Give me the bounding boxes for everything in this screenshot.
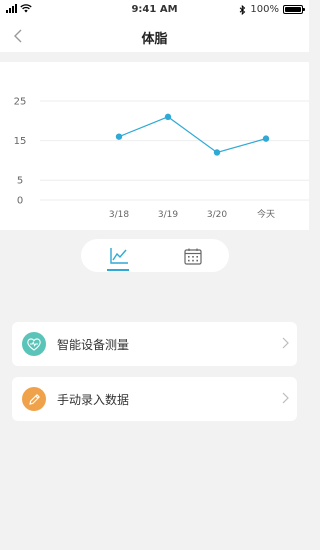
device-icon-badge <box>22 332 46 356</box>
x-tick-label: 3/19 <box>158 210 178 220</box>
line-chart-view-button[interactable] <box>99 242 139 270</box>
chevron-right-icon <box>282 392 289 404</box>
manual-entry-item[interactable]: 手动录入数据 <box>12 377 297 421</box>
view-toggle <box>81 239 229 272</box>
bluetooth-icon <box>240 4 246 15</box>
data-point <box>213 149 221 156</box>
manual-icon-badge <box>22 387 46 411</box>
x-tick-label: 今天 <box>257 208 275 220</box>
series-line <box>118 116 267 154</box>
calendar-view-button[interactable] <box>173 242 213 270</box>
nav-bar: 体脂 <box>0 20 309 52</box>
status-bar: 9:41 AM 100% <box>0 0 309 20</box>
page-title: 体脂 <box>141 32 168 47</box>
pencil-icon <box>28 393 40 405</box>
smart-device-measure-label: 智能设备测量 <box>57 338 130 352</box>
y-tick-label: 25 <box>14 97 27 108</box>
heart-pulse-icon <box>27 337 41 351</box>
status-right: 100% <box>239 4 305 15</box>
y-tick-label: 15 <box>14 136 27 147</box>
data-point <box>164 113 172 121</box>
x-tick-label: 3/20 <box>207 210 227 220</box>
chart-section: 0 5 15 25 3/18 3/19 3/20 今天 <box>0 62 309 230</box>
data-point <box>115 133 123 140</box>
calendar-icon <box>184 248 202 265</box>
manual-entry-label: 手动录入数据 <box>57 393 130 407</box>
y-tick-label: 5 <box>17 176 23 187</box>
data-point <box>262 135 270 142</box>
line-chart-icon <box>110 248 128 264</box>
x-tick-label: 3/18 <box>109 210 129 220</box>
smart-device-measure-item[interactable]: 智能设备测量 <box>12 322 297 366</box>
battery-percent: 100% <box>250 4 279 15</box>
body-fat-line-chart: 0 5 15 25 3/18 3/19 3/20 今天 <box>14 97 309 220</box>
active-view-indicator <box>107 269 129 271</box>
y-tick-label: 0 <box>17 196 23 207</box>
battery-icon <box>283 5 305 14</box>
chevron-right-icon <box>282 337 289 349</box>
